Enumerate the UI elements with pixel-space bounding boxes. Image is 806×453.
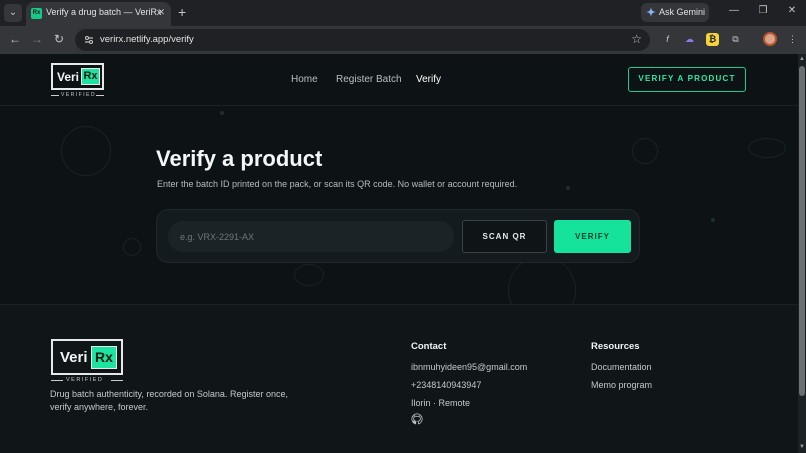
logo-veri-text: Veri [57, 70, 80, 84]
address-bar[interactable]: verirx.netlify.app/verify ☆ [75, 29, 650, 51]
github-icon[interactable] [411, 413, 423, 425]
browser-toolbar: ← → ↻ verirx.netlify.app/verify ☆ f ☁ ₿ … [0, 26, 806, 54]
gemini-icon [646, 7, 656, 17]
scrollbar-thumb[interactable] [799, 66, 805, 396]
ask-gemini-button[interactable]: Ask Gemini [641, 3, 709, 22]
decorative-ring [294, 264, 324, 286]
bookmark-star-icon[interactable]: ☆ [631, 32, 642, 46]
decorative-ring [123, 238, 141, 256]
new-tab-button[interactable]: + [178, 4, 186, 20]
forward-icon[interactable]: → [30, 32, 44, 46]
scroll-up-icon[interactable]: ▲ [799, 56, 805, 62]
logo-rule-left [51, 380, 63, 381]
scan-qr-button[interactable]: SCAN QR [462, 220, 547, 253]
decorative-dot [711, 218, 715, 222]
tab-close-icon[interactable]: ✕ [157, 7, 165, 18]
page-scrollbar[interactable]: ▲ ▼ [798, 54, 806, 453]
formula-extension-icon[interactable]: f [661, 33, 674, 46]
header-logo[interactable]: Veri Rx [51, 63, 104, 90]
contact-phone-link[interactable]: +2348140943947 [411, 380, 481, 390]
site-footer: Veri Rx VERIFIED Drug batch authenticity… [0, 304, 798, 453]
verify-product-cta-button[interactable]: VERIFY A PRODUCT [628, 67, 746, 92]
documentation-link[interactable]: Documentation [591, 362, 652, 372]
nav-home[interactable]: Home [291, 74, 318, 85]
nav-verify[interactable]: Verify [416, 74, 441, 85]
back-icon[interactable]: ← [8, 32, 22, 46]
decorative-dot [566, 186, 570, 190]
minimize-icon[interactable]: — [727, 5, 741, 16]
reload-icon[interactable]: ↻ [52, 32, 66, 46]
site-info-icon[interactable] [83, 34, 95, 46]
resources-heading: Resources [591, 341, 640, 352]
tab-search-button[interactable]: ⌄ [4, 4, 22, 22]
browser-tab[interactable]: Rx Verify a drug batch — VeriRx ✕ [26, 2, 171, 26]
browser-tab-bar: ⌄ Rx Verify a drug batch — VeriRx ✕ + As… [0, 0, 806, 26]
logo-verified-text: VERIFIED [61, 92, 97, 98]
contact-heading: Contact [411, 341, 447, 352]
verify-form: SCAN QR VERIFY [156, 209, 640, 263]
cloud-extension-icon[interactable]: ☁ [683, 33, 696, 46]
bitcoin-extension-icon[interactable]: ₿ [706, 33, 719, 46]
restore-icon[interactable]: ❐ [756, 5, 770, 16]
batch-id-input[interactable] [168, 221, 454, 252]
contact-email-link[interactable]: ibnmuhyideen95@gmail.com [411, 362, 527, 372]
url-text: verirx.netlify.app/verify [100, 34, 194, 45]
tab-title: Verify a drug batch — VeriRx [46, 7, 162, 17]
footer-description: Drug batch authenticity, recorded on Sol… [50, 389, 288, 412]
ask-gemini-label: Ask Gemini [659, 7, 706, 17]
decorative-ring [748, 138, 786, 158]
logo-rule-right [111, 380, 123, 381]
logo-verified-text: VERIFIED [66, 377, 104, 383]
decorative-dot [220, 111, 224, 115]
verify-hero: Verify a product Enter the batch ID prin… [0, 106, 798, 324]
verify-button[interactable]: VERIFY [554, 220, 631, 253]
profile-avatar[interactable] [763, 32, 777, 46]
window-close-icon[interactable]: ✕ [785, 5, 799, 16]
logo-rx-badge: Rx [91, 346, 117, 369]
nav-register-batch[interactable]: Register Batch [336, 74, 402, 85]
page-subtitle: Enter the batch ID printed on the pack, … [157, 179, 518, 189]
site-header: Veri Rx VERIFIED Home Register Batch Ver… [0, 54, 798, 106]
footer-logo[interactable]: Veri Rx [51, 339, 123, 375]
logo-veri-text: Veri [60, 349, 88, 366]
page-viewport: Veri Rx VERIFIED Home Register Batch Ver… [0, 54, 798, 453]
memo-program-link[interactable]: Memo program [591, 380, 652, 390]
logo-rx-badge: Rx [81, 68, 100, 85]
logo-rule-left [51, 95, 59, 96]
decorative-ring [61, 126, 111, 176]
more-menu-icon[interactable]: ⋮ [786, 33, 799, 46]
contact-location: Ilorin · Remote [411, 398, 471, 408]
logo-rule-right [96, 95, 104, 96]
extensions-puzzle-icon[interactable]: ⧉ [729, 33, 742, 46]
tab-favicon-icon: Rx [31, 8, 42, 19]
decorative-ring [632, 138, 658, 164]
scroll-down-icon[interactable]: ▼ [799, 444, 805, 450]
page-title: Verify a product [156, 146, 323, 171]
